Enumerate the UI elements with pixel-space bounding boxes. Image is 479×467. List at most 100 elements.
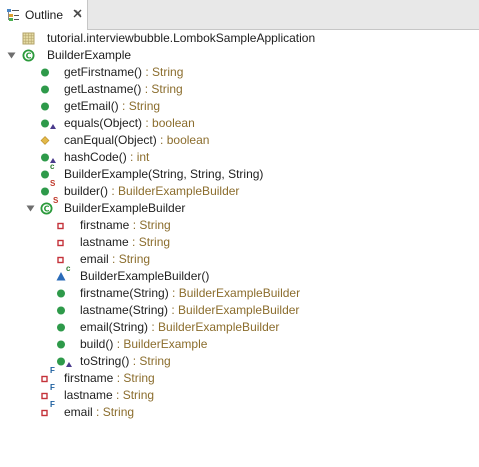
element-type: : BuilderExample <box>113 337 208 351</box>
outline-row-constructor[interactable]: c BuilderExample(String, String, String) <box>0 162 479 183</box>
outline-row-method-public[interactable]: email(String) : BuilderExampleBuilder <box>0 319 479 336</box>
outline-row-method-public[interactable]: getLastname() : String <box>0 81 479 98</box>
public-method-icon <box>57 306 65 315</box>
outline-row-method-static[interactable]: Sbuilder() : BuilderExampleBuilder <box>0 179 479 200</box>
final-marker: F <box>50 366 55 375</box>
outline-row-class[interactable]: C BuilderExample <box>0 47 479 64</box>
public-method-icon <box>57 340 65 349</box>
final-field-icon <box>41 392 48 400</box>
package-icon <box>22 32 35 45</box>
outline-row-label: BuilderExampleBuilder <box>64 200 185 217</box>
outline-row-label: firstname : String <box>64 370 155 387</box>
outline-row-label: lastname(String) : BuilderExampleBuilder <box>80 302 299 319</box>
outline-row-label: equals(Object) : boolean <box>64 115 195 132</box>
tab-title: Outline <box>25 8 64 22</box>
outline-row-label: toString() : String <box>80 353 171 370</box>
element-name: toString() <box>80 354 130 368</box>
outline-row-method-public[interactable]: getEmail() : String <box>0 98 479 115</box>
svg-text:C: C <box>26 52 32 61</box>
outline-row-label: canEqual(Object) : boolean <box>64 132 209 149</box>
element-type: : String <box>141 82 183 96</box>
outline-row-field-private[interactable]: email : String <box>0 251 479 268</box>
outline-row-label: getLastname() : String <box>64 81 183 98</box>
element-type: : boolean <box>156 133 210 147</box>
element-type: : String <box>113 371 155 385</box>
class-icon: C <box>22 49 35 62</box>
public-method-icon <box>41 68 49 77</box>
outline-row-package[interactable]: tutorial.interviewbubble.LombokSampleApp… <box>0 30 479 47</box>
outline-row-label: firstname : String <box>80 217 171 234</box>
outline-row-method-public-override[interactable]: hashCode() : int <box>0 149 479 166</box>
element-type: : String <box>118 99 161 113</box>
element-name: BuilderExampleBuilder() <box>80 269 210 283</box>
element-name: getEmail() <box>64 99 119 113</box>
static-marker: S <box>50 179 56 188</box>
public-method-icon <box>41 85 49 94</box>
outline-row-label: hashCode() : int <box>64 149 149 166</box>
outline-row-label: lastname : String <box>80 234 170 251</box>
outline-row-label: build() : BuilderExample <box>80 336 207 353</box>
svg-text:C: C <box>44 205 50 214</box>
constructor-marker: c <box>66 264 71 273</box>
element-name: builder() <box>64 184 109 198</box>
protected-method-icon <box>40 136 50 145</box>
outline-row-label: tutorial.interviewbubble.LombokSampleApp… <box>47 30 315 47</box>
outline-row-method-public[interactable]: lastname(String) : BuilderExampleBuilder <box>0 302 479 319</box>
element-name: lastname <box>80 235 129 249</box>
override-method-icon <box>41 153 56 163</box>
element-type: : BuilderExampleBuilder <box>108 184 240 198</box>
outline-row-label: getFirstname() : String <box>64 64 183 81</box>
outline-row-method-protected[interactable]: canEqual(Object) : boolean <box>0 132 479 149</box>
element-name: email(String) <box>80 320 149 334</box>
element-name: firstname(String) <box>80 286 169 300</box>
outline-row-field-private[interactable]: lastname : String <box>0 234 479 251</box>
element-type: : BuilderExampleBuilder <box>148 320 280 334</box>
outline-row-label: builder() : BuilderExampleBuilder <box>64 183 239 200</box>
outline-row-label: getEmail() : String <box>64 98 160 115</box>
element-name: hashCode() <box>64 150 127 164</box>
element-name: canEqual(Object) <box>64 133 157 147</box>
close-icon[interactable] <box>72 8 83 19</box>
outline-row-label: firstname(String) : BuilderExampleBuilde… <box>80 285 300 302</box>
outline-row-field-final[interactable]: Femail : String <box>0 400 479 421</box>
outline-row-method-public-override[interactable]: toString() : String <box>0 353 479 370</box>
outline-view: Outline tutorial.interviewbubble.LombokS… <box>0 0 479 467</box>
outline-row-method-public[interactable]: getFirstname() : String <box>0 64 479 81</box>
outline-row-label: email(String) : BuilderExampleBuilder <box>80 319 279 336</box>
element-name: tutorial.interviewbubble.LombokSampleApp… <box>47 31 316 45</box>
private-field-icon <box>57 239 64 247</box>
private-field-icon <box>57 256 64 264</box>
override-method-icon <box>57 357 72 367</box>
expand-toggle-icon[interactable] <box>7 51 16 60</box>
element-type: : String <box>108 252 151 266</box>
element-name: BuilderExampleBuilder <box>64 201 186 215</box>
element-name: email <box>64 405 93 419</box>
element-name: getLastname() <box>64 82 142 96</box>
outline-row-constructor-default[interactable]: c BuilderExampleBuilder() <box>0 264 479 285</box>
override-method-icon <box>41 119 56 129</box>
element-type: : String <box>92 405 135 419</box>
outline-row-method-public-override[interactable]: equals(Object) : boolean <box>0 115 479 132</box>
outline-row-field-private[interactable]: firstname : String <box>0 217 479 234</box>
tab-outline[interactable]: Outline <box>0 0 88 30</box>
outline-row-label: BuilderExample <box>47 47 131 64</box>
outline-row-label: email : String <box>64 404 134 421</box>
final-field-icon <box>41 375 48 383</box>
element-name: BuilderExample(String, String, String) <box>64 167 264 181</box>
outline-icon <box>7 9 19 21</box>
constructor-marker: c <box>50 162 55 171</box>
expand-toggle-icon[interactable] <box>26 204 35 213</box>
outline-row-method-public[interactable]: firstname(String) : BuilderExampleBuilde… <box>0 285 479 302</box>
element-type: : String <box>112 388 155 402</box>
element-type: : boolean <box>142 116 195 130</box>
public-method-icon <box>57 289 65 298</box>
outline-row-inner-class[interactable]: C S BuilderExampleBuilder <box>0 196 479 217</box>
element-name: lastname <box>64 388 113 402</box>
outline-row-method-public[interactable]: build() : BuilderExample <box>0 336 479 353</box>
element-type: : String <box>129 354 171 368</box>
static-marker: S <box>53 196 59 205</box>
outline-row-label: lastname : String <box>64 387 154 404</box>
final-marker: F <box>50 400 55 409</box>
outline-row-field-final[interactable]: Flastname : String <box>0 383 479 404</box>
outline-row-field-final[interactable]: Ffirstname : String <box>0 366 479 387</box>
